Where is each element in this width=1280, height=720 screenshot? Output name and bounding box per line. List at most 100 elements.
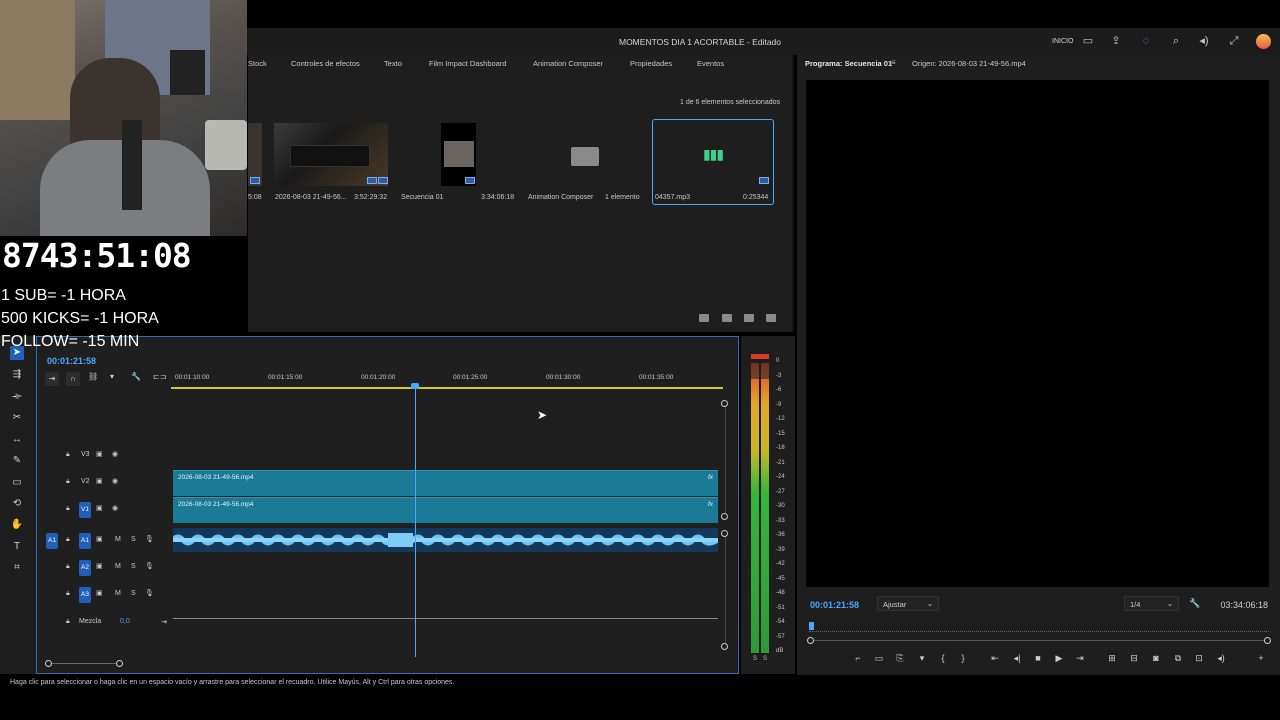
search-icon[interactable]: ⌕ (1170, 35, 1182, 47)
type-tool-icon[interactable]: T (10, 540, 24, 554)
solo-button[interactable]: S (131, 536, 136, 543)
user-avatar[interactable] (1256, 34, 1271, 49)
mute-button[interactable]: M (115, 590, 121, 597)
multi-camera-icon[interactable]: ⧉ (1172, 652, 1184, 664)
rectangle-tool-icon[interactable]: ▭ (10, 476, 24, 490)
playhead-line[interactable] (415, 384, 416, 657)
clip-indicator[interactable] (751, 354, 769, 359)
video-clip-v2[interactable]: 2026-08-03 21-49-56.mp4 fx (173, 470, 718, 496)
marker-icon[interactable]: ▾ (916, 652, 928, 664)
tab-source[interactable]: Origen: 2026-08-03 21-49-56.mp4 (912, 59, 1026, 68)
vscroll-track[interactable] (725, 537, 726, 643)
eye-icon[interactable]: ◉ (112, 450, 118, 458)
in-point-icon[interactable]: { (937, 652, 949, 664)
go-to-out-icon[interactable]: ⇥ (1074, 652, 1086, 664)
mix-volume-value[interactable]: 0,0 (120, 618, 130, 625)
folder-icon[interactable] (721, 314, 732, 322)
mark-in-icon[interactable]: ⌐ (852, 652, 864, 664)
linked-selection-icon[interactable]: ⛓ (88, 372, 98, 381)
tab-events[interactable]: Eventos (697, 59, 724, 68)
proxy-icon[interactable]: ⊡ (1193, 652, 1205, 664)
fit-dropdown[interactable]: Ajustar ⌄ (877, 596, 939, 611)
work-area-bar[interactable] (171, 387, 723, 389)
speaker-icon[interactable]: ◂) (1198, 35, 1210, 47)
lock-icon[interactable]: 🔒︎ (66, 451, 70, 459)
microphone-icon[interactable]: 🎙︎ (145, 562, 154, 570)
eye-icon[interactable]: ◉ (112, 477, 118, 485)
lift-icon[interactable]: ⎘ (894, 652, 906, 664)
mute-button[interactable]: M (115, 563, 121, 570)
sync-lock-icon[interactable]: ▣ (96, 535, 103, 543)
lock-icon[interactable]: 🔒︎ (66, 536, 70, 544)
fullscreen-icon[interactable]: ⤢ (1228, 35, 1240, 47)
out-point-icon[interactable]: } (957, 652, 969, 664)
safe-margins-icon[interactable]: ▭ (873, 652, 885, 664)
track-target-a3[interactable]: A3 (79, 587, 91, 603)
insert-icon[interactable]: ⊞ (1106, 652, 1118, 664)
track-target-a2[interactable]: A2 (79, 560, 91, 576)
track-select-tool-icon[interactable]: ⇶ (10, 368, 24, 382)
ripple-edit-tool-icon[interactable]: ⟛ (10, 390, 24, 404)
wrench-icon[interactable]: 🔧 (131, 372, 141, 381)
play-icon[interactable]: ▶ (1053, 652, 1065, 664)
eye-icon[interactable]: ◉ (112, 504, 118, 512)
pen-tool-icon[interactable]: ✎ (10, 454, 24, 468)
program-time-ruler[interactable] (809, 620, 1269, 632)
track-target-a1[interactable]: A1 (79, 533, 91, 549)
tab-effect-controls[interactable]: Controles de efectos (291, 59, 360, 68)
lock-icon[interactable]: 🔒︎ (66, 505, 70, 513)
workspace-home-label[interactable]: INICIO (1052, 38, 1073, 45)
captions-icon[interactable]: ⊏⊐ (153, 372, 166, 381)
tab-program[interactable]: Programa: Secuencia 01 (805, 59, 892, 68)
solo-right-button[interactable]: S (763, 656, 767, 662)
new-bin-icon[interactable] (699, 314, 710, 322)
remix-tool-icon[interactable]: ⟲ (10, 497, 24, 511)
microphone-icon[interactable]: 🎙︎ (145, 589, 154, 597)
lock-icon[interactable]: 🔒︎ (66, 590, 70, 598)
sync-lock-icon[interactable]: ▣ (96, 450, 103, 458)
quality-dropdown[interactable]: 1/4 ⌄ (1124, 596, 1179, 611)
export-icon[interactable]: ⇪ (1110, 35, 1122, 47)
stop-icon[interactable]: ■ (1032, 652, 1044, 664)
add-marker-icon[interactable]: ▾ (110, 372, 114, 381)
timeline-zoom-scrollbar[interactable] (45, 660, 123, 668)
go-to-end-icon[interactable]: ⇥ (161, 618, 167, 626)
slip-tool-icon[interactable]: ↔ (10, 433, 24, 447)
lock-icon[interactable]: 🔒︎ (66, 478, 70, 486)
snap-icon[interactable]: ∩ (66, 372, 80, 386)
sync-progress-icon[interactable]: ◌ (1140, 35, 1152, 47)
hand-tool-icon[interactable]: ✋ (10, 518, 24, 532)
trash-icon[interactable] (766, 314, 776, 322)
timeline-timecode[interactable]: 00:01:21:58 (47, 356, 96, 366)
folder-icon[interactable] (571, 147, 599, 166)
solo-button[interactable]: S (131, 590, 136, 597)
program-zoom-scrollbar[interactable] (807, 637, 1271, 644)
audio-clip-a1[interactable] (171, 528, 720, 552)
source-patch-a1[interactable]: A1 (46, 533, 58, 549)
track-target-v1[interactable]: V1 (79, 502, 91, 518)
caption-tool-icon[interactable]: ⌗ (10, 561, 24, 575)
vscroll-top-handle[interactable] (721, 400, 728, 407)
audio-output-icon[interactable]: ◂) (1215, 652, 1227, 664)
vscroll-bottom-handle[interactable] (721, 643, 728, 650)
sync-lock-icon[interactable]: ▣ (96, 589, 103, 597)
step-back-icon[interactable]: ◂| (1011, 652, 1023, 664)
overwrite-icon[interactable]: ⊟ (1128, 652, 1140, 664)
sync-lock-icon[interactable]: ▣ (96, 477, 103, 485)
program-video-canvas[interactable] (806, 80, 1269, 587)
wrench-icon[interactable]: 🔧 (1189, 598, 1200, 609)
new-item-icon[interactable] (743, 314, 754, 322)
mute-button[interactable]: M (115, 536, 121, 543)
solo-button[interactable]: S (131, 563, 136, 570)
program-timecode[interactable]: 00:01:21:58 (810, 600, 859, 610)
vscroll-track[interactable] (725, 407, 726, 513)
microphone-icon[interactable]: 🎙︎ (145, 535, 154, 543)
menu-icon[interactable]: ≡ (891, 58, 896, 67)
sync-lock-icon[interactable]: ▣ (96, 504, 103, 512)
tab-properties[interactable]: Propiedades (630, 59, 672, 68)
camera-icon[interactable]: ◙ (1150, 652, 1162, 664)
razor-tool-icon[interactable]: ✂ (10, 411, 24, 425)
sync-lock-icon[interactable]: ▣ (96, 562, 103, 570)
tab-animation-composer[interactable]: Animation Composer (533, 59, 603, 68)
tab-text[interactable]: Texto (384, 59, 402, 68)
